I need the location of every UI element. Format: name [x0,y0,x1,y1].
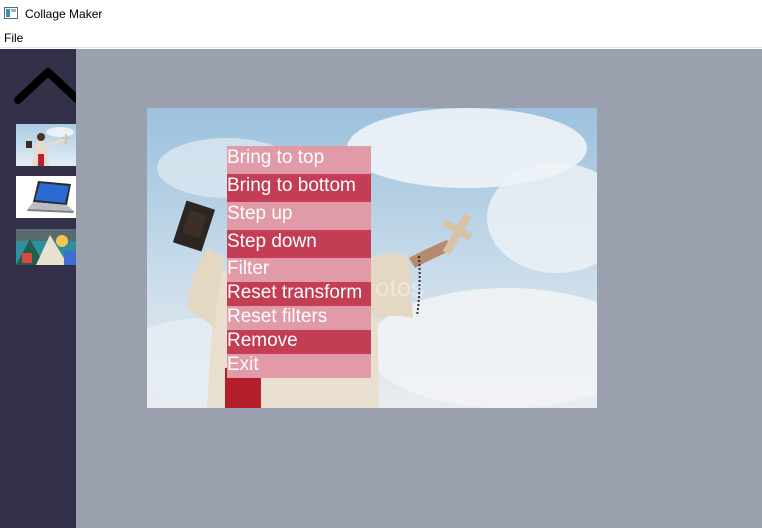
context-menu: Bring to top Bring to bottom Step up Ste… [227,146,371,378]
photo-watermark: otos [375,272,424,302]
menu-item-exit[interactable]: Exit [227,354,371,378]
menu-file[interactable]: File [4,31,23,45]
menu-item-remove[interactable]: Remove [227,330,371,354]
sidebar [0,49,76,528]
collage-photo[interactable]: otos [147,108,597,408]
chevron-up-icon[interactable] [14,66,82,106]
thumbnail-laptop[interactable] [16,176,80,218]
menu-item-reset-transform[interactable]: Reset transform [227,282,371,306]
menu-item-step-down[interactable]: Step down [227,230,371,258]
menu-item-reset-filters[interactable]: Reset filters [227,306,371,330]
window-title: Collage Maker [25,7,103,21]
title-bar: Collage Maker [0,0,762,28]
menu-item-bring-to-bottom[interactable]: Bring to bottom [227,174,371,202]
thumbnail-figure[interactable] [16,124,80,166]
app-icon [4,7,18,19]
menu-item-step-up[interactable]: Step up [227,202,371,230]
thumbnail-mural[interactable] [16,229,80,265]
menu-item-bring-to-top[interactable]: Bring to top [227,146,371,174]
menu-item-filter[interactable]: Filter [227,258,371,282]
menu-bar: File [0,28,762,48]
